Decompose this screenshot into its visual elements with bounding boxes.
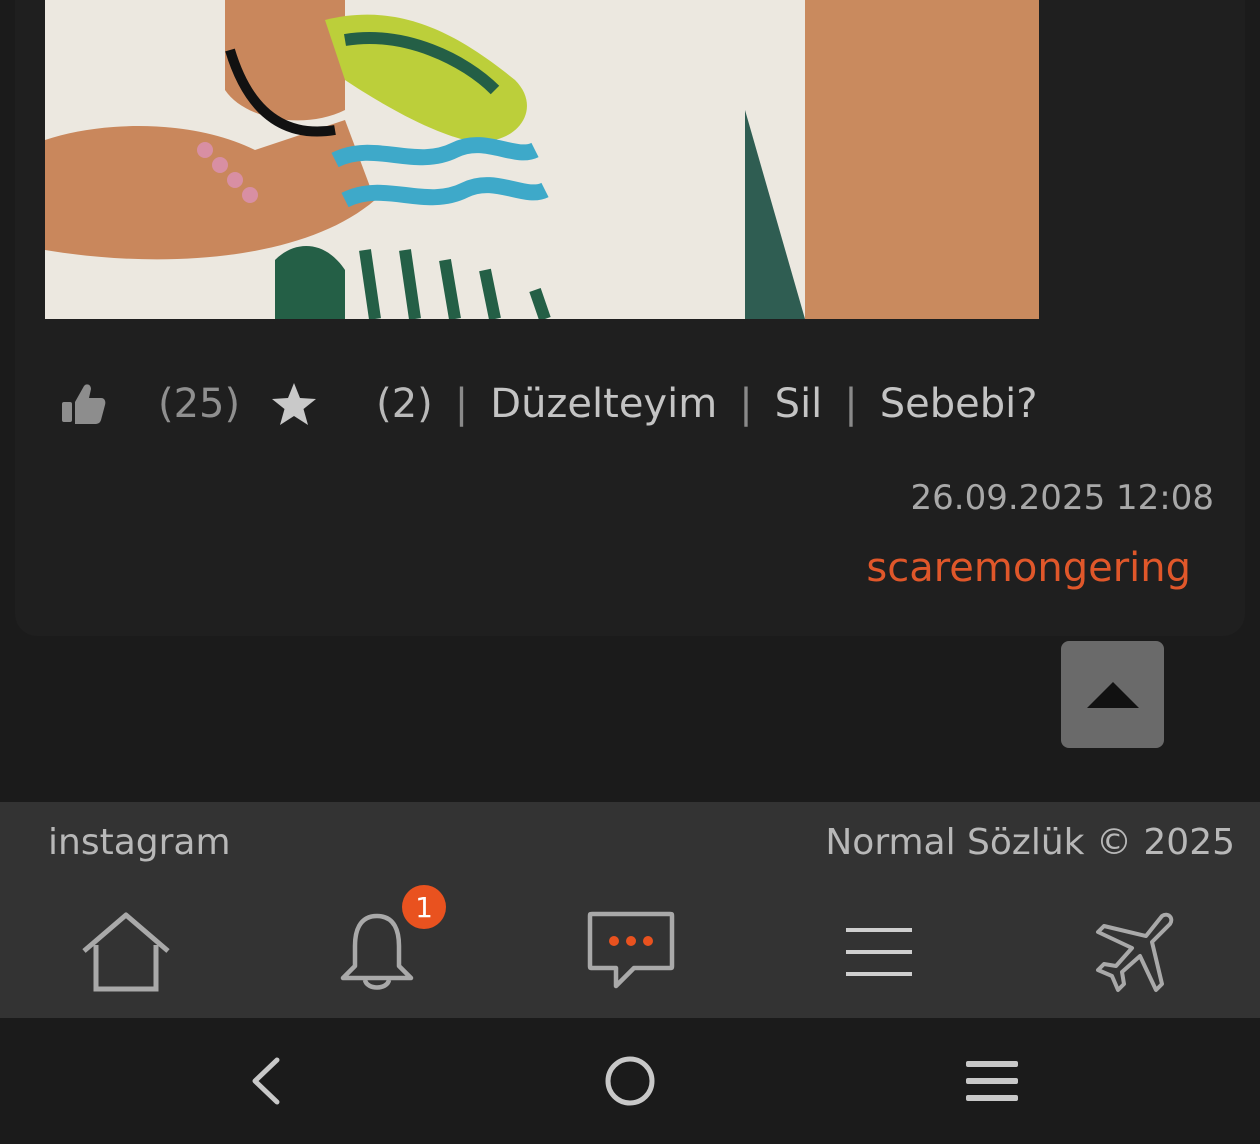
instagram-link[interactable]: instagram <box>48 822 231 863</box>
like-count: (25) <box>158 381 241 427</box>
photo-illustration <box>45 0 1039 319</box>
system-home-button[interactable] <box>570 1018 690 1144</box>
nav-flight-button[interactable] <box>1064 886 1204 1018</box>
home-icon <box>82 912 170 992</box>
separator: | <box>844 381 858 427</box>
separator: | <box>739 381 753 427</box>
separator: | <box>454 381 469 427</box>
entry-photo[interactable] <box>45 0 1039 319</box>
entry-actions: (25) (2) | Düzelteyim | Sil | Sebebi? <box>60 370 1038 438</box>
caret-up-icon <box>1086 681 1139 708</box>
nav-menu-button[interactable] <box>809 886 949 1018</box>
message-icon <box>587 911 675 989</box>
copyright-text: Normal Sözlük © 2025 <box>825 822 1235 863</box>
menu-icon <box>846 928 912 976</box>
nav-messages-button[interactable] <box>561 886 701 1018</box>
edit-link[interactable]: Düzelteyim <box>490 381 717 427</box>
bell-icon <box>340 913 414 990</box>
thumbs-up-icon <box>62 384 106 424</box>
favorite-count: (2) <box>376 381 433 427</box>
reason-link[interactable]: Sebebi? <box>880 381 1038 427</box>
system-back-button[interactable] <box>205 1018 325 1144</box>
home-circle-icon <box>605 1056 655 1106</box>
star-icon <box>272 383 317 425</box>
entry-author[interactable]: scaremongering <box>866 545 1191 591</box>
notification-badge: 1 <box>402 885 446 929</box>
nav-home-button[interactable] <box>56 886 196 1018</box>
entry-timestamp[interactable]: 26.09.2025 12:08 <box>911 478 1214 518</box>
system-recents-button[interactable] <box>932 1018 1052 1144</box>
page: (25) (2) | Düzelteyim | Sil | Sebebi? 26… <box>0 0 1260 1144</box>
delete-link[interactable]: Sil <box>775 381 823 427</box>
plane-icon <box>1096 912 1174 992</box>
system-nav-bar <box>0 1018 1260 1144</box>
back-icon <box>252 1057 280 1105</box>
favorite-button[interactable] <box>270 381 318 427</box>
scroll-to-top-button[interactable] <box>1061 641 1164 748</box>
bottom-nav <box>0 886 1260 1018</box>
recents-icon <box>966 1061 1018 1101</box>
footer-bar: instagram Normal Sözlük © 2025 <box>0 802 1260 886</box>
like-button[interactable] <box>60 382 116 426</box>
